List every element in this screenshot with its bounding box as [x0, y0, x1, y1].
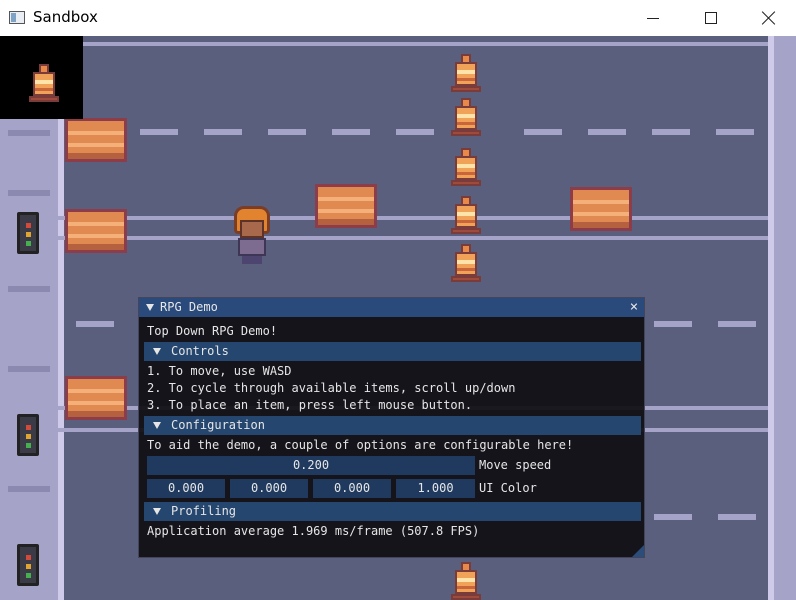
bench [315, 184, 377, 228]
expanded-triangle-icon [153, 508, 161, 515]
lane-line [58, 42, 768, 46]
collapse-triangle-icon[interactable] [146, 304, 154, 311]
sidewalk-slab [8, 190, 50, 196]
traffic-light [17, 212, 39, 254]
lane-line [58, 216, 768, 220]
window-title-bar: Sandbox [0, 0, 796, 36]
road-stripe [140, 129, 178, 135]
bench [65, 118, 127, 162]
maximize-icon [705, 12, 717, 24]
traffic-cone [451, 562, 481, 600]
configuration-header[interactable]: Configuration [144, 416, 641, 435]
move-speed-label: Move speed [479, 458, 552, 472]
controls-line: 1. To move, use WASD [147, 364, 292, 378]
traffic-cone [451, 196, 481, 234]
controls-line: 3. To place an item, press left mouse bu… [147, 398, 473, 412]
panel-title-bar[interactable]: RPG Demo × [139, 298, 644, 317]
road-stripe [332, 129, 370, 135]
road-stripe [204, 129, 242, 135]
player-character [228, 206, 276, 266]
road-stripe [654, 514, 692, 520]
sidewalk-slab [8, 130, 50, 136]
bench [570, 187, 632, 231]
right-rail [768, 36, 774, 600]
selected-item-preview [0, 36, 83, 119]
expanded-triangle-icon [153, 348, 161, 355]
road-stripe [268, 129, 306, 135]
traffic-cone-icon [29, 64, 59, 102]
ui-color-a-input[interactable]: 1.000 [396, 479, 475, 498]
road-stripe [654, 321, 692, 327]
road-stripe [652, 129, 690, 135]
resize-grip[interactable] [632, 545, 644, 557]
traffic-light [17, 544, 39, 586]
road-stripe [588, 129, 626, 135]
lane-line [58, 236, 768, 240]
intro-text: Top Down RPG Demo! [147, 324, 278, 338]
bench [65, 376, 127, 420]
ui-color-label: UI Color [479, 481, 537, 495]
road-stripe [396, 129, 434, 135]
right-sidewalk [772, 36, 796, 600]
maximize-button[interactable] [682, 0, 740, 36]
move-speed-slider[interactable]: 0.200 [147, 456, 475, 475]
left-sidewalk [0, 36, 58, 600]
sidewalk-slab [8, 366, 50, 372]
profiling-header[interactable]: Profiling [144, 502, 641, 521]
minimize-icon [647, 17, 659, 19]
traffic-cone [451, 98, 481, 136]
rpg-demo-panel[interactable]: RPG Demo × Top Down RPG Demo! Controls 1… [138, 297, 645, 558]
panel-close-icon[interactable]: × [627, 299, 641, 315]
traffic-cone [451, 148, 481, 186]
profiling-header-label: Profiling [171, 504, 237, 518]
traffic-cone [451, 54, 481, 92]
controls-line: 2. To cycle through available items, scr… [147, 381, 516, 395]
expanded-triangle-icon [153, 422, 161, 429]
road-stripe [76, 321, 114, 327]
road-stripe [524, 129, 562, 135]
profiling-stats: Application average 1.969 ms/frame (507.… [147, 524, 480, 538]
ui-color-g-input[interactable]: 0.000 [230, 479, 308, 498]
close-icon [762, 11, 776, 25]
sidewalk-slab [8, 286, 50, 292]
road-stripe [718, 321, 756, 327]
traffic-light [17, 414, 39, 456]
configuration-description: To aid the demo, a couple of options are… [147, 438, 574, 452]
window-title: Sandbox [33, 8, 98, 26]
app-icon [9, 11, 25, 24]
road-stripe [716, 129, 754, 135]
sidewalk-slab [8, 486, 50, 492]
controls-header-label: Controls [171, 344, 229, 358]
road-stripe [718, 514, 756, 520]
panel-title: RPG Demo [160, 300, 218, 314]
configuration-header-label: Configuration [171, 418, 265, 432]
ui-color-r-input[interactable]: 0.000 [147, 479, 225, 498]
controls-header[interactable]: Controls [144, 342, 641, 361]
traffic-cone [451, 244, 481, 282]
left-rail [58, 36, 64, 600]
ui-color-b-input[interactable]: 0.000 [313, 479, 391, 498]
close-button[interactable] [740, 0, 796, 36]
bench [65, 209, 127, 253]
minimize-button[interactable] [624, 0, 682, 36]
